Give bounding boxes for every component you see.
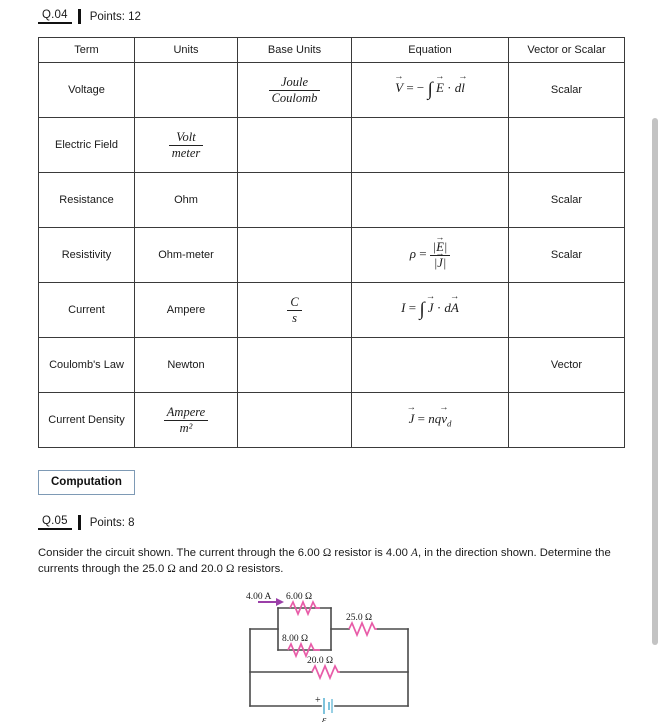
resistor-8ohm — [287, 641, 320, 658]
label-resistor-20ohm: 20.0 Ω — [307, 656, 333, 666]
column-header-base-units: Base Units — [237, 37, 352, 63]
cell-base-units: Joule Coulomb — [237, 62, 352, 118]
table-row: Current Density Ampere m² J = nqvd — [38, 392, 625, 448]
cell-base-units — [237, 227, 352, 283]
label-resistor-8ohm: 8.00 Ω — [282, 634, 308, 644]
cell-equation: I = ∫ J · dA — [351, 282, 509, 338]
cell-term: Resistivity — [38, 227, 135, 283]
label-resistor-25ohm: 25.0 Ω — [346, 613, 372, 623]
cell-vector-or-scalar: Vector — [508, 337, 625, 393]
document-page: Q.04 Points: 12 Term Units Base Units Eq… — [0, 0, 648, 722]
table-row: Resistance Ohm Scalar — [38, 172, 625, 228]
fraction-joule-per-coulomb: Joule Coulomb — [268, 75, 321, 106]
cell-term: Voltage — [38, 62, 135, 118]
cell-units: Ampere — [134, 282, 238, 338]
column-header-term: Term — [38, 37, 135, 63]
cell-equation: ρ = |E| |J| — [351, 227, 509, 283]
battery-symbol — [323, 697, 333, 714]
label-current-4A: 4.00 A — [246, 592, 271, 602]
column-header-equation: Equation — [351, 37, 509, 63]
question-5-points: Points: 8 — [89, 517, 135, 529]
ampere-symbol: A — [411, 547, 418, 559]
scrollbar-thumb[interactable] — [652, 118, 658, 645]
question-4-points: Points: 12 — [89, 11, 141, 23]
q5-text-part5: resistors. — [234, 563, 284, 576]
table-header-row: Term Units Base Units Equation Vector or… — [38, 37, 625, 63]
table-row: Coulomb's Law Newton Vector — [38, 337, 625, 393]
cell-vector-or-scalar: Scalar — [508, 172, 625, 228]
cell-units — [134, 62, 238, 118]
table-row: Voltage Joule Coulomb V = − ∫ E · dl Sca… — [38, 62, 625, 118]
cell-equation — [351, 117, 509, 173]
cell-units: Newton — [134, 337, 238, 393]
label-emf: ε — [322, 714, 327, 722]
equation-voltage: V = − ∫ E · dl — [395, 79, 465, 100]
fraction-volt-per-meter: Volt meter — [168, 130, 204, 161]
resistor-25ohm — [348, 620, 377, 637]
column-header-vector-or-scalar: Vector or Scalar — [508, 37, 625, 63]
q5-text-part4: and 20.0 — [175, 563, 227, 576]
cell-term: Current Density — [38, 392, 135, 448]
equation-resistivity: ρ = |E| |J| — [410, 240, 451, 270]
cell-vector-or-scalar — [508, 282, 625, 338]
cell-units: Volt meter — [134, 117, 238, 173]
resistor-20ohm — [311, 663, 340, 680]
cell-base-units — [237, 117, 352, 173]
cell-term: Resistance — [38, 172, 135, 228]
q5-text-part1: Consider the circuit shown. The current … — [38, 547, 323, 559]
question-4-header: Q.04 Points: 12 — [38, 9, 648, 24]
table-row: Current Ampere C s I = ∫ J · dA — [38, 282, 625, 338]
label-battery-plus: + — [315, 695, 321, 706]
cell-equation — [351, 172, 509, 228]
cell-vector-or-scalar: Scalar — [508, 227, 625, 283]
terms-table: Term Units Base Units Equation Vector or… — [38, 37, 625, 448]
cell-base-units: C s — [237, 282, 352, 338]
cell-equation: J = nqvd — [351, 392, 509, 448]
label-resistor-6ohm: 6.00 Ω — [286, 592, 312, 602]
table-row: Electric Field Volt meter — [38, 117, 625, 173]
cell-base-units — [237, 337, 352, 393]
circuit-figure: 4.00 A 6.00 Ω 8.00 Ω 25.0 Ω 20.0 Ω + ε — [38, 592, 624, 722]
table-row: Resistivity Ohm-meter ρ = |E| |J| Scalar — [38, 227, 625, 283]
cell-equation: V = − ∫ E · dl — [351, 62, 509, 118]
computation-section-label: Computation — [38, 470, 135, 495]
fraction-coulomb-per-second: C s — [287, 295, 302, 326]
cell-base-units — [237, 392, 352, 448]
question-5-number: Q.05 — [38, 515, 72, 530]
cell-units: Ohm — [134, 172, 238, 228]
question-number-bar — [77, 9, 81, 24]
equation-current-density: J = nqvd — [409, 411, 452, 429]
circuit-diagram-svg: 4.00 A 6.00 Ω 8.00 Ω 25.0 Ω 20.0 Ω + ε — [246, 592, 409, 722]
q5-text-part2: resistor is 4.00 — [331, 547, 412, 559]
cell-vector-or-scalar — [508, 392, 625, 448]
cell-units: Ohm-meter — [134, 227, 238, 283]
cell-units: Ampere m² — [134, 392, 238, 448]
fraction-ampere-per-meter-squared: Ampere m² — [163, 405, 209, 436]
question-number-bar — [77, 515, 81, 530]
cell-vector-or-scalar: Scalar — [508, 62, 625, 118]
column-header-units: Units — [134, 37, 238, 63]
question-4-number: Q.04 — [38, 9, 72, 24]
ohm-symbol: Ω — [167, 563, 176, 576]
equation-current: I = ∫ J · dA — [401, 299, 459, 320]
cell-term: Current — [38, 282, 135, 338]
question-5-header: Q.05 Points: 8 — [38, 515, 648, 530]
cell-vector-or-scalar — [508, 117, 625, 173]
cell-term: Electric Field — [38, 117, 135, 173]
cell-equation — [351, 337, 509, 393]
question-5-text: Consider the circuit shown. The current … — [38, 545, 618, 578]
cell-term: Coulomb's Law — [38, 337, 135, 393]
cell-base-units — [237, 172, 352, 228]
